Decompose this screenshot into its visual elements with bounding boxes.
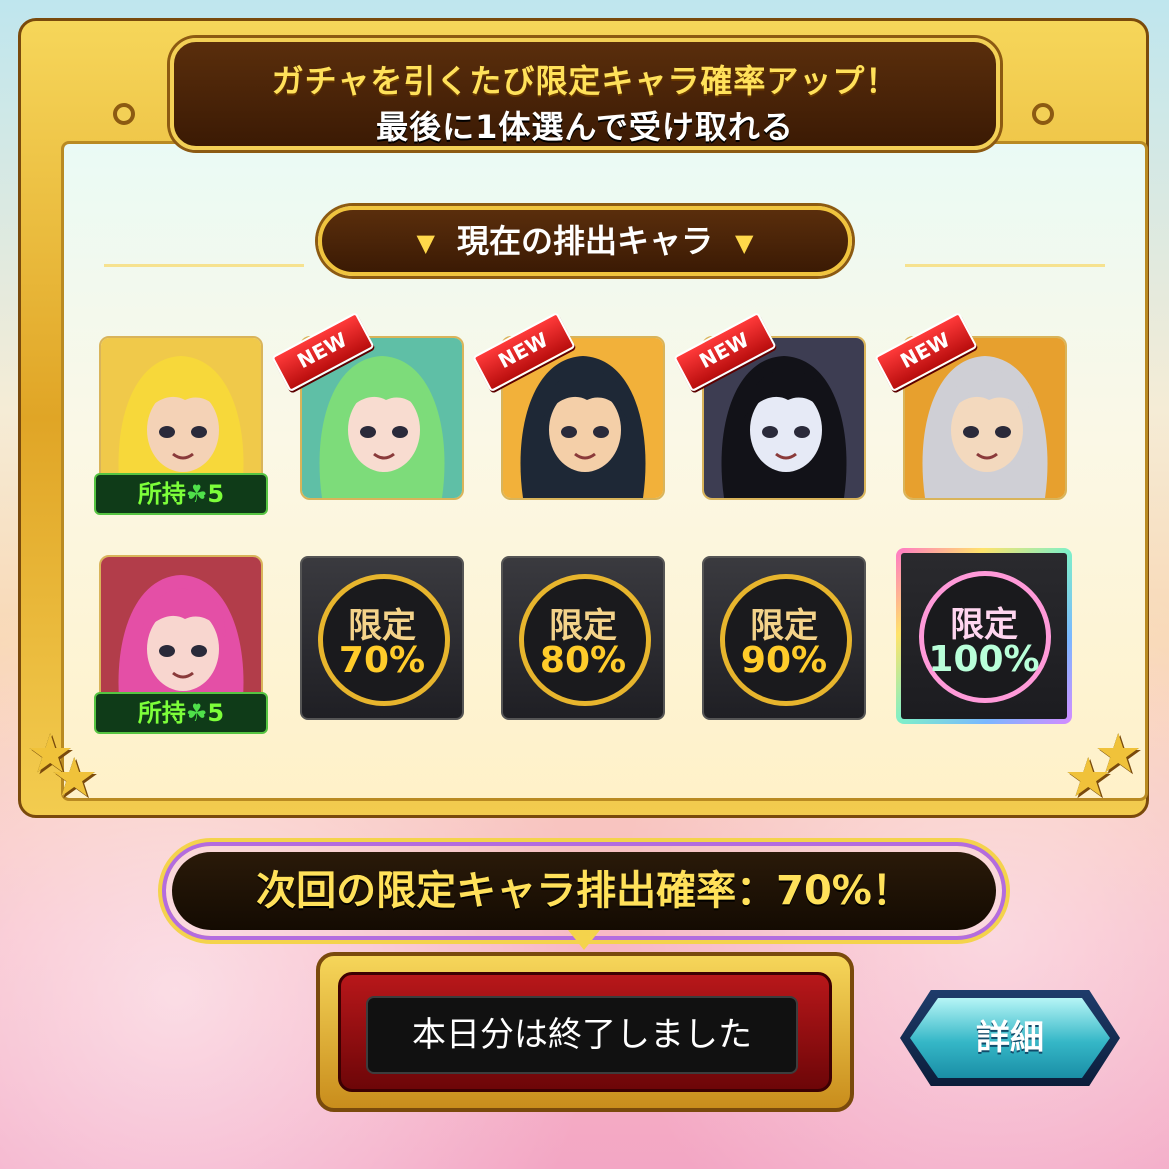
gacha-button-frame: 本日分は終了しました: [316, 952, 854, 1112]
star-icon: ★: [1064, 746, 1113, 809]
section-title: 現在の排出キャラ: [456, 222, 713, 260]
locked-slot-80[interactable]: 限定 80%: [501, 556, 665, 720]
star-icon: ★: [50, 746, 99, 809]
pointer-down-icon: [568, 930, 600, 950]
owned-count: 5: [207, 480, 225, 508]
locked-slot-70[interactable]: 限定 70%: [300, 556, 464, 720]
banner-subtitle: 最後に1体選んで受け取れる: [376, 108, 794, 146]
finished-today-message: 本日分は終了しました: [366, 996, 798, 1074]
title-banner: ガチャを引くたび限定キャラ確率アップ！ 最後に1体選んで受け取れる: [170, 38, 1000, 150]
section-header: ▼ 現在の排出キャラ ▼: [318, 206, 852, 276]
owned-badge: 所持☘5: [94, 692, 268, 734]
locked-slot-100[interactable]: 限定 100%: [896, 548, 1072, 724]
owned-badge: 所持☘5: [94, 473, 268, 515]
locked-slot-90[interactable]: 限定 90%: [702, 556, 866, 720]
detail-label: 詳細: [910, 998, 1110, 1078]
triangle-down-icon: ▼: [416, 229, 435, 257]
lock-rate: 90%: [740, 640, 828, 681]
owned-label: 所持: [137, 480, 186, 508]
clover-icon: ☘: [185, 480, 208, 508]
rivet-left: [113, 103, 135, 125]
lock-rate: 100%: [928, 639, 1040, 680]
banner-title: ガチャを引くたび限定キャラ確率アップ！: [271, 62, 899, 100]
triangle-down-icon: ▼: [735, 229, 754, 257]
clover-icon: ☘: [185, 699, 208, 727]
deco-line-left: [104, 264, 304, 267]
deco-line-right: [905, 264, 1105, 267]
lock-rate: 80%: [539, 640, 627, 681]
rivet-right: [1032, 103, 1054, 125]
next-rate-banner: 次回の限定キャラ排出確率：70%！: [166, 846, 1002, 936]
owned-label: 所持: [137, 699, 186, 727]
lock-rate: 70%: [338, 640, 426, 681]
detail-button[interactable]: 詳細: [900, 990, 1120, 1086]
owned-count: 5: [207, 699, 225, 727]
